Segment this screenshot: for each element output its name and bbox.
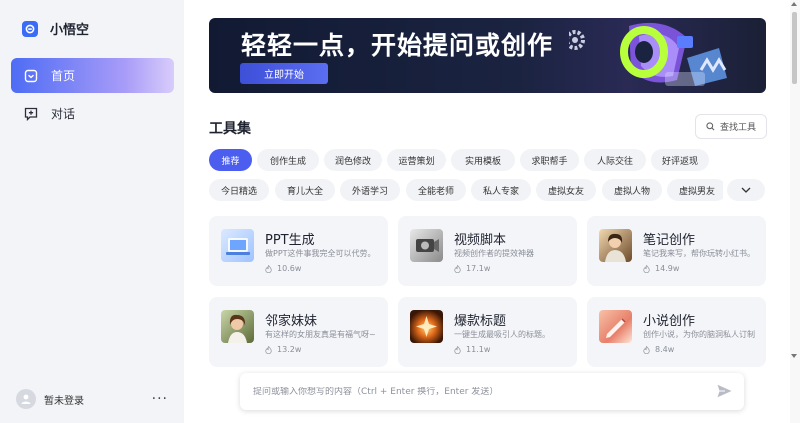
banner-illustration-icon [569,22,727,86]
sidebar-item-home[interactable]: 首页 [11,58,174,93]
tool-card-novel[interactable]: 小说创作 创作小说，为你的脑洞私人订制 8.4w [587,297,766,367]
category-chip[interactable]: 实用模板 [451,149,515,171]
tool-card-title: 小说创作 [643,314,696,329]
category-chip[interactable]: 推荐 [209,149,252,171]
usage-count: 8.4w [655,345,675,354]
flame-icon [454,345,461,354]
tool-card-desc: 有这样的女朋友真是有福气呀~ [265,330,376,339]
tool-card-desc: 笔记我来写，帮你玩转小红书。 [643,249,755,258]
user-name: 暂未登录 [44,395,84,407]
category-chip[interactable]: 今日精选 [209,179,269,201]
flame-icon [643,264,650,273]
tools-section-title: 工具集 [209,121,251,137]
tool-card-usage: 17.1w [454,264,490,273]
start-now-button[interactable]: 立即开始 [240,63,328,84]
tool-card-title: PPT生成 [265,233,315,248]
category-row: 推荐 创作生成 润色修改 运营策划 实用模板 求职帮手 人际交往 好评返现 [209,149,749,171]
flame-icon [454,264,461,273]
viral-title-thumbnail-icon [410,310,443,343]
tool-card-viral-title[interactable]: 爆款标题 一键生成最吸引人的标题。 11.1w [398,297,577,367]
category-chip[interactable]: 育儿大全 [275,179,335,201]
more-options-icon[interactable]: ··· [152,392,168,406]
tool-card-title: 爆款标题 [454,314,507,329]
hero-banner[interactable]: 轻轻一点，开始提问或创作 立即开始 [209,18,766,93]
tool-card-usage: 14.9w [643,264,679,273]
find-tools-label: 查找工具 [719,123,756,133]
app-name: 小悟空 [50,23,90,38]
flame-icon [643,345,650,354]
category-chip[interactable]: 私人专家 [471,179,531,201]
tool-card-title: 笔记创作 [643,233,696,248]
tool-card-desc: 做PPT这件事我完全可以代劳。 [265,249,376,258]
video-script-thumbnail-icon [410,229,443,262]
category-chip[interactable]: 人际交往 [584,149,646,171]
tool-card-desc: 视频创作者的提效神器 [454,249,534,258]
tool-card-video-script[interactable]: 视频脚本 视频创作者的提效神器 17.1w [398,216,577,286]
search-icon [706,122,715,131]
tool-card-title: 视频脚本 [454,233,507,248]
novel-thumbnail-icon [599,310,632,343]
tool-card-ppt[interactable]: PPT生成 做PPT这件事我完全可以代劳。 10.6w [209,216,388,286]
tool-card-title: 邻家妹妹 [265,314,318,329]
app-logo-icon [22,20,38,37]
sidebar-item-chat[interactable]: 对话 [11,96,174,131]
usage-count: 11.1w [466,345,491,354]
tool-card-desc: 一键生成最吸引人的标题。 [454,330,550,339]
scrollbar-thumb[interactable] [792,12,797,84]
tool-card-usage: 13.2w [265,345,301,354]
category-chip[interactable]: 全能老师 [406,179,466,201]
prompt-box [240,373,744,410]
avatar [16,389,36,409]
tool-card-notes[interactable]: 笔记创作 笔记我来写，帮你玩转小红书。 14.9w [587,216,766,286]
banner-title: 轻轻一点，开始提问或创作 [241,31,554,60]
usage-count: 13.2w [277,345,302,354]
category-chip[interactable]: 润色修改 [324,149,382,171]
usage-count: 10.6w [277,264,302,273]
category-chip[interactable]: 运营策划 [387,149,446,171]
sidebar-item-label: 对话 [51,107,76,121]
category-row: 今日精选 育儿大全 外语学习 全能老师 私人专家 虚拟女友 虚拟人物 虚拟男友 [209,179,723,201]
category-chip[interactable]: 外语学习 [340,179,400,201]
usage-count: 14.9w [655,264,680,273]
home-icon [23,68,39,84]
tool-card-girl-next-door[interactable]: 邻家妹妹 有这样的女朋友真是有福气呀~ 13.2w [209,297,388,367]
ppt-thumbnail-icon [221,229,254,262]
chat-add-icon [23,106,39,122]
notes-thumbnail-icon [599,229,632,262]
tool-card-usage: 10.6w [265,264,301,273]
category-chip[interactable]: 虚拟女友 [536,179,596,201]
scroll-up-arrow-icon[interactable] [791,2,797,6]
brand[interactable]: 小悟空 [22,19,89,38]
sidebar: 小悟空 首页 对话 暂未登录 ··· [0,0,184,423]
scroll-down-arrow-icon[interactable] [791,354,797,358]
expand-categories-button[interactable] [727,179,765,201]
flame-icon [265,345,272,354]
sidebar-item-label: 首页 [51,69,76,83]
tool-card-usage: 8.4w [643,345,674,354]
category-chip[interactable]: 创作生成 [257,149,319,171]
tool-card-desc: 创作小说，为你的脑洞私人订制 [643,330,755,339]
usage-count: 17.1w [466,264,491,273]
category-chip[interactable]: 好评返现 [651,149,709,171]
flame-icon [265,264,272,273]
category-chip[interactable]: 虚拟男友 [667,179,723,201]
category-chip[interactable]: 虚拟人物 [602,179,662,201]
tool-card-usage: 11.1w [454,345,490,354]
girl-next-door-thumbnail-icon [221,310,254,343]
prompt-input[interactable] [253,386,693,397]
send-icon[interactable] [717,384,732,398]
find-tools-button[interactable]: 查找工具 [695,114,767,139]
chevron-down-icon [741,187,751,193]
user-profile[interactable]: 暂未登录 ··· [16,389,168,409]
category-chip[interactable]: 求职帮手 [520,149,579,171]
